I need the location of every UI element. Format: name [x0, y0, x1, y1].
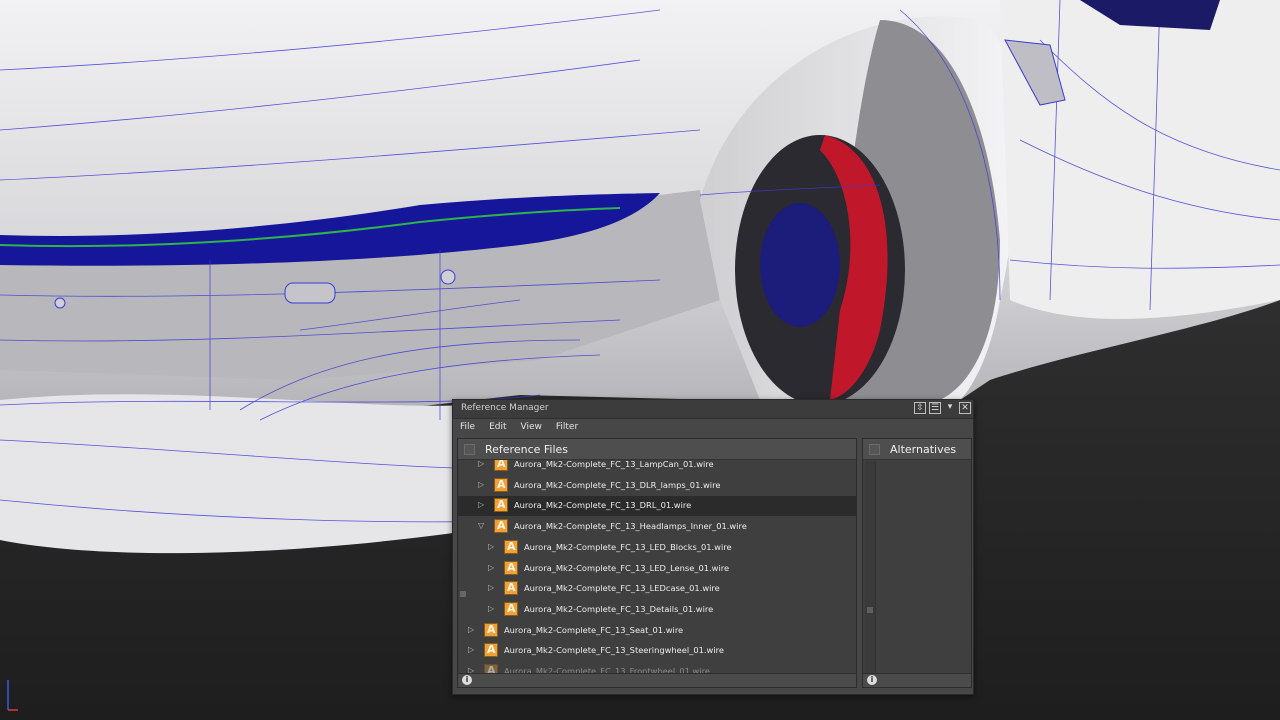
alternatives-checkbox[interactable] [869, 443, 880, 455]
select-all-checkbox[interactable] [464, 443, 475, 455]
reference-files-pane: Reference Files ▷ Aurora_Mk2-Complete_FC_… [457, 438, 857, 688]
wire-file-icon [494, 460, 508, 471]
expand-arrow-icon[interactable]: ▷ [468, 625, 476, 635]
expand-arrow-icon[interactable]: ▷ [488, 542, 496, 552]
file-name: Aurora_Mk2-Complete_FC_13_DRL_01.wire [514, 500, 692, 511]
dock-icon[interactable]: ⇳ [914, 402, 926, 414]
tree-row[interactable]: ▽ Aurora_Mk2-Complete_FC_13_Headlamps_Inn… [458, 517, 856, 537]
titlebar[interactable]: Reference Manager ⇳ ☰ ▾ ✕ [453, 400, 973, 419]
wire-file-icon [504, 581, 518, 596]
tree-row[interactable]: ▷ Aurora_Mk2-Complete_FC_13_Frontwheel_01… [458, 662, 856, 673]
dropdown-icon[interactable]: ▾ [944, 402, 956, 414]
info-icon[interactable]: i [462, 675, 472, 685]
tree-row[interactable]: ▷ Aurora_Mk2-Complete_FC_13_Details_01.wi… [458, 600, 856, 620]
tree-row[interactable]: ▷ Aurora_Mk2-Complete_FC_13_LampCan_01.wi… [458, 460, 856, 475]
tree-row[interactable]: ▷ Aurora_Mk2-Complete_FC_13_Steeringwheel… [458, 641, 856, 661]
alternatives-status-bar: i [863, 673, 971, 687]
wire-file-icon [504, 560, 518, 575]
file-name: Aurora_Mk2-Complete_FC_13_Headlamps_Inne… [514, 521, 747, 532]
wire-file-icon [484, 643, 498, 658]
close-icon[interactable]: ✕ [959, 402, 971, 414]
status-bar: i [458, 673, 856, 687]
expand-arrow-icon[interactable]: ▷ [478, 500, 486, 510]
expand-arrow-icon[interactable]: ▷ [488, 604, 496, 614]
wire-file-icon [504, 601, 518, 616]
info-icon[interactable]: i [867, 675, 877, 685]
tree-row[interactable]: ▷ Aurora_Mk2-Complete_FC_13_LED_Lense_01.… [458, 559, 856, 579]
wire-file-icon [494, 519, 508, 534]
alternatives-header: Alternatives [863, 439, 971, 460]
wire-file-icon [494, 498, 508, 513]
tree-row[interactable]: ▷ Aurora_Mk2-Complete_FC_13_Seat_01.wire [458, 621, 856, 641]
menu-file[interactable]: File [453, 419, 482, 437]
reference-files-title: Reference Files [485, 442, 569, 456]
tree-row[interactable]: ▷ Aurora_Mk2-Complete_FC_13_DLR_lamps_01.… [458, 476, 856, 496]
menu-filter[interactable]: Filter [549, 419, 585, 437]
file-name: Aurora_Mk2-Complete_FC_13_LampCan_01.wir… [514, 460, 714, 469]
file-name: Aurora_Mk2-Complete_FC_13_DLR_lamps_01.w… [514, 479, 721, 490]
collapse-arrow-icon[interactable]: ▽ [478, 521, 486, 531]
menu-view[interactable]: View [514, 419, 549, 437]
wire-file-icon [484, 664, 498, 673]
alternatives-scrollbar[interactable] [865, 461, 876, 673]
expand-arrow-icon[interactable]: ▷ [468, 666, 476, 673]
tree-row[interactable]: ▷ Aurora_Mk2-Complete_FC_13_LED_Blocks_01… [458, 538, 856, 558]
menu-edit[interactable]: Edit [482, 419, 513, 437]
tree-row[interactable]: ▷ Aurora_Mk2-Complete_FC_13_DRL_01.wire [458, 496, 856, 517]
expand-arrow-icon[interactable]: ▷ [468, 645, 476, 655]
tree-row[interactable]: ▷ Aurora_Mk2-Complete_FC_13_LEDcase_01.wi… [458, 579, 856, 599]
file-name: Aurora_Mk2-Complete_FC_13_LEDcase_01.wir… [524, 583, 720, 594]
expand-arrow-icon[interactable]: ▷ [478, 480, 486, 490]
wire-file-icon [504, 539, 518, 554]
reference-manager-window[interactable]: Reference Manager ⇳ ☰ ▾ ✕ File Edit View… [452, 399, 974, 695]
wire-file-icon [484, 622, 498, 637]
reference-files-header: Reference Files [458, 439, 856, 460]
file-name: Aurora_Mk2-Complete_FC_13_LED_Blocks_01.… [524, 541, 732, 552]
file-name: Aurora_Mk2-Complete_FC_13_Frontwheel_01.… [504, 666, 710, 673]
file-name: Aurora_Mk2-Complete_FC_13_Details_01.wir… [524, 603, 714, 614]
alternatives-pane: Alternatives i [862, 438, 972, 688]
menu-bar: File Edit View Filter [453, 419, 973, 437]
wire-file-icon [494, 477, 508, 492]
window-title: Reference Manager [461, 403, 549, 413]
reference-files-tree[interactable]: ▷ Aurora_Mk2-Complete_FC_13_LampCan_01.wi… [458, 460, 856, 673]
file-name: Aurora_Mk2-Complete_FC_13_Steeringwheel_… [504, 645, 724, 656]
alternatives-title: Alternatives [890, 442, 957, 456]
layout-icon[interactable]: ☰ [929, 402, 941, 414]
axis-triad-icon [7, 680, 18, 711]
expand-arrow-icon[interactable]: ▷ [488, 563, 496, 573]
expand-arrow-icon[interactable]: ▷ [478, 460, 486, 469]
vertical-scrollbar[interactable] [460, 467, 466, 671]
file-name: Aurora_Mk2-Complete_FC_13_Seat_01.wire [504, 624, 684, 635]
file-name: Aurora_Mk2-Complete_FC_13_LED_Lense_01.w… [524, 562, 730, 573]
expand-arrow-icon[interactable]: ▷ [488, 583, 496, 593]
